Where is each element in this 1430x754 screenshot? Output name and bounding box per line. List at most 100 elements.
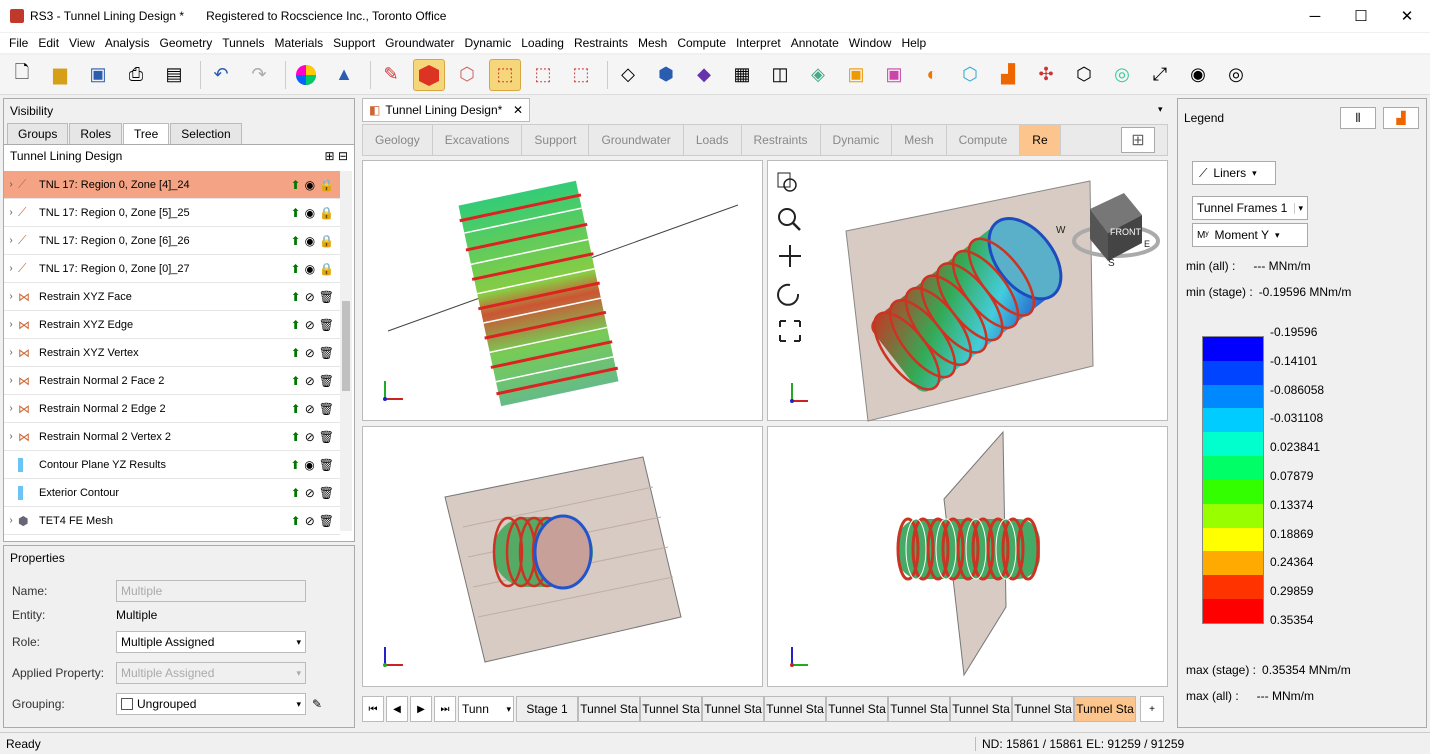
checkbox[interactable] bbox=[121, 698, 133, 710]
workflow-mesh[interactable]: Mesh bbox=[892, 125, 947, 155]
save-icon[interactable]: ▣ bbox=[82, 59, 114, 91]
menu-help[interactable]: Help bbox=[896, 36, 931, 50]
lock-icon[interactable]: 🔒 bbox=[319, 178, 334, 192]
legend-chart-button[interactable]: ▟ bbox=[1383, 107, 1419, 129]
pin-icon[interactable]: ⬆ bbox=[291, 290, 301, 304]
cube-icon[interactable]: ▣ bbox=[840, 59, 872, 91]
stage-tab[interactable]: Tunnel Sta bbox=[578, 696, 640, 722]
eye-hidden-icon[interactable]: ⊘ bbox=[305, 430, 315, 444]
viewport-bottom-right[interactable] bbox=[767, 426, 1168, 687]
workflow-geology[interactable]: Geology bbox=[363, 125, 433, 155]
tree-row[interactable]: › ⋈ Restrain Normal 2 Vertex 2 ⬆ ⊘ 🗑 bbox=[4, 423, 340, 451]
menu-restraints[interactable]: Restraints bbox=[569, 36, 633, 50]
pan-icon[interactable] bbox=[779, 245, 801, 267]
cube-outline-icon[interactable]: ⬡ bbox=[954, 59, 986, 91]
frame-icon[interactable]: ⬡ bbox=[1068, 59, 1100, 91]
cylinder-icon[interactable]: ◐ bbox=[916, 59, 948, 91]
workflow-excavations[interactable]: Excavations bbox=[433, 125, 523, 155]
moment-dropdown[interactable]: Mʸ Moment Y ▾ bbox=[1192, 223, 1308, 247]
pin-icon[interactable]: ⬆ bbox=[291, 262, 301, 276]
expand-arrow-icon[interactable]: › bbox=[4, 431, 18, 442]
pin-icon[interactable]: ⬆ bbox=[291, 206, 301, 220]
workflow-restraints[interactable]: Restraints bbox=[742, 125, 821, 155]
collapse-all-icon[interactable]: ⊟ bbox=[338, 149, 348, 163]
eye-hidden-icon[interactable]: ⊘ bbox=[305, 290, 315, 304]
zoom-icon[interactable] bbox=[778, 208, 801, 231]
wireframe-icon[interactable]: ⬡ bbox=[451, 59, 483, 91]
mesh-icon[interactable]: ✣ bbox=[1030, 59, 1062, 91]
menu-support[interactable]: Support bbox=[328, 36, 380, 50]
workflow-support[interactable]: Support bbox=[522, 125, 590, 155]
layers-icon[interactable]: ▦ bbox=[726, 59, 758, 91]
stage-dropdown[interactable]: Tunn ▾ bbox=[458, 696, 514, 722]
expand-arrow-icon[interactable]: › bbox=[4, 179, 18, 190]
pin-icon[interactable]: ⬆ bbox=[291, 402, 301, 416]
pencil-icon[interactable]: ✎ bbox=[312, 697, 322, 711]
scene-icon[interactable]: ◈ bbox=[802, 59, 834, 91]
menu-analysis[interactable]: Analysis bbox=[100, 36, 155, 50]
tab-roles[interactable]: Roles bbox=[69, 123, 123, 144]
delete-icon[interactable]: 🗑 bbox=[319, 486, 334, 500]
lock-icon[interactable]: 🔒 bbox=[319, 262, 334, 276]
open-folder-icon[interactable]: ▆ bbox=[44, 59, 76, 91]
fullscreen-icon[interactable] bbox=[779, 320, 801, 342]
legend-settings-button[interactable]: ⫴ bbox=[1340, 107, 1376, 129]
expand-arrow-icon[interactable]: › bbox=[4, 235, 18, 246]
menu-interpret[interactable]: Interpret bbox=[731, 36, 786, 50]
workflow-groundwater[interactable]: Groundwater bbox=[589, 125, 684, 155]
tree-row[interactable]: › ⋈ Restrain XYZ Vertex ⬆ ⊘ 🗑 bbox=[4, 339, 340, 367]
delete-icon[interactable]: 🗑 bbox=[319, 318, 334, 332]
rotate-icon[interactable] bbox=[777, 283, 800, 306]
viewport-top-left[interactable] bbox=[362, 160, 763, 421]
menu-mesh[interactable]: Mesh bbox=[633, 36, 672, 50]
delete-icon[interactable]: 🗑 bbox=[319, 402, 334, 416]
layout-grid-icon[interactable]: ⊞ bbox=[1121, 127, 1155, 153]
expand-all-icon[interactable]: ⊞ bbox=[325, 149, 335, 163]
role-dropdown[interactable]: Multiple Assigned ▾ bbox=[116, 631, 306, 653]
eye-icon[interactable]: ◉ bbox=[305, 178, 315, 192]
print-icon[interactable]: ⎙ bbox=[120, 59, 152, 91]
add-stage-button[interactable]: + bbox=[1140, 696, 1164, 722]
lock-icon[interactable]: 🔒 bbox=[319, 234, 334, 248]
tree-row[interactable]: › ⋈ Restrain Normal 2 Face 2 ⬆ ⊘ 🗑 bbox=[4, 367, 340, 395]
stage-tab-active[interactable]: Tunnel Sta bbox=[1074, 696, 1136, 722]
contour-cube-icon[interactable]: ▣ bbox=[878, 59, 910, 91]
delete-icon[interactable]: 🗑 bbox=[319, 290, 334, 304]
pin-icon[interactable]: ⬆ bbox=[291, 234, 301, 248]
grouping-dropdown[interactable]: Ungrouped ▾ bbox=[116, 693, 306, 715]
tree-row[interactable]: › ⟋ TNL 17: Region 0, Zone [5]_25 ⬆ ◉ 🔒 bbox=[4, 199, 340, 227]
delete-icon[interactable]: 🗑 bbox=[319, 514, 334, 528]
pin-icon[interactable]: ⬆ bbox=[291, 346, 301, 360]
workflow-dynamic[interactable]: Dynamic bbox=[821, 125, 893, 155]
expand-arrow-icon[interactable]: › bbox=[4, 515, 18, 526]
eye-hidden-icon[interactable]: ⊘ bbox=[305, 514, 315, 528]
menu-groundwater[interactable]: Groundwater bbox=[380, 36, 459, 50]
report-icon[interactable]: ▤ bbox=[158, 59, 190, 91]
liners-button[interactable]: ⟋ Liners ▾ bbox=[1192, 161, 1276, 185]
expand-arrow-icon[interactable]: › bbox=[4, 319, 18, 330]
tree-row[interactable]: › ⬢ TET4 FE Mesh ⬆ ⊘ 🗑 bbox=[4, 507, 340, 535]
expand-arrow-icon[interactable]: › bbox=[4, 291, 18, 302]
frames-dropdown[interactable]: Tunnel Frames 1 ▾ bbox=[1192, 196, 1308, 220]
axes-icon[interactable]: ⤢ bbox=[1144, 59, 1176, 91]
tree-scrollbar[interactable] bbox=[340, 171, 352, 531]
pin-icon[interactable]: ⬆ bbox=[291, 486, 301, 500]
delete-icon[interactable]: 🗑 bbox=[319, 458, 334, 472]
undo-icon[interactable]: ↶ bbox=[205, 59, 237, 91]
tab-menu-icon[interactable]: ▾ bbox=[1158, 104, 1163, 115]
menu-loading[interactable]: Loading bbox=[516, 36, 569, 50]
workflow-loads[interactable]: Loads bbox=[684, 125, 742, 155]
expand-arrow-icon[interactable]: › bbox=[4, 375, 18, 386]
tab-groups[interactable]: Groups bbox=[7, 123, 69, 144]
expand-arrow-icon[interactable]: › bbox=[4, 207, 18, 218]
eye-hidden-icon[interactable]: ⊘ bbox=[305, 486, 315, 500]
tree-row[interactable]: › ⋈ Restrain XYZ Edge ⬆ ⊘ 🗑 bbox=[4, 311, 340, 339]
redo-icon[interactable]: ↷ bbox=[243, 59, 275, 91]
delete-icon[interactable]: 🗑 bbox=[319, 374, 334, 388]
menu-file[interactable]: File bbox=[4, 36, 33, 50]
stage-tab[interactable]: Tunnel Sta bbox=[764, 696, 826, 722]
stage-tab[interactable]: Tunnel Sta bbox=[826, 696, 888, 722]
next-stage-button[interactable]: ▶ bbox=[410, 696, 432, 722]
eye-icon[interactable]: ◉ bbox=[305, 262, 315, 276]
viewport-bottom-left[interactable] bbox=[362, 426, 763, 687]
